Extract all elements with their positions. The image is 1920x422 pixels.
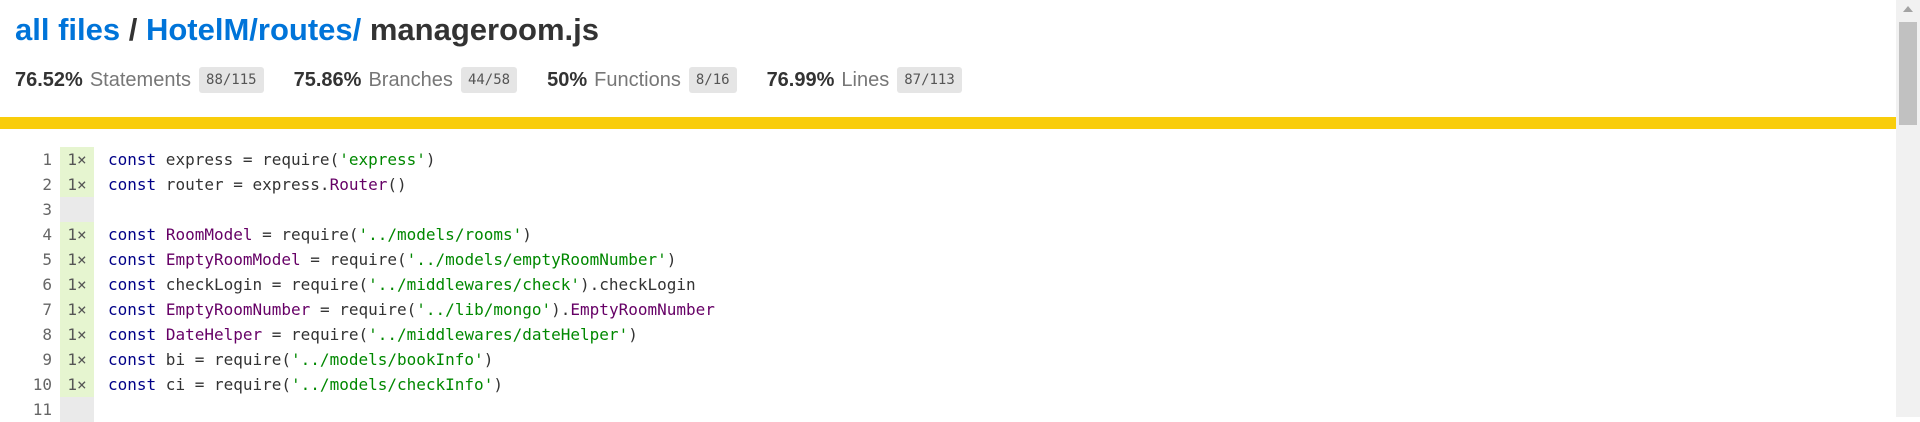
- execution-count: 1×: [60, 372, 94, 397]
- stat-label: Branches: [368, 68, 453, 91]
- all-files-link[interactable]: all files: [15, 12, 120, 47]
- line-number[interactable]: 8: [0, 322, 60, 347]
- line-number[interactable]: 6: [0, 272, 60, 297]
- line-number[interactable]: 9: [0, 347, 60, 372]
- stat-label: Statements: [89, 68, 192, 91]
- execution-count: 1×: [60, 172, 94, 197]
- breadcrumb-separator: /: [120, 12, 146, 47]
- source-text: [94, 197, 108, 222]
- routes-dir-link[interactable]: HotelM/routes/: [146, 12, 361, 47]
- source-text: const DateHelper = require('../middlewar…: [108, 325, 638, 344]
- stat-fraction-badge: 87/113: [897, 67, 962, 93]
- coverage-header: all files / HotelM/routes/ manageroom.js…: [15, 12, 1890, 93]
- source-text: const bi = require('../models/bookInfo'): [108, 350, 494, 369]
- stat-fraction-badge: 8/16: [688, 67, 737, 93]
- stat-branches: 75.86% Branches 44/58: [294, 67, 518, 93]
- source-text: const ci = require('../models/checkInfo'…: [108, 375, 503, 394]
- coverage-summary: 76.52% Statements 88/115 75.86% Branches…: [15, 67, 1890, 93]
- stat-functions: 50% Functions 8/16: [547, 67, 737, 93]
- scroll-up-arrow-icon[interactable]: [1903, 6, 1913, 12]
- scrollbar-thumb[interactable]: [1899, 22, 1917, 125]
- code-line: 2 1× const router = express.Router(): [0, 172, 1896, 197]
- execution-count: 1×: [60, 247, 94, 272]
- stat-percent: 76.52%: [15, 68, 83, 91]
- page-title: all files / HotelM/routes/ manageroom.js: [15, 12, 1890, 48]
- source-text: const RoomModel = require('../models/roo…: [108, 225, 532, 244]
- source-text: const express = require('express'): [108, 150, 436, 169]
- code-line: 1 1× const express = require('express'): [0, 147, 1896, 172]
- source-text: const EmptyRoomNumber = require('../lib/…: [108, 300, 715, 319]
- stat-fraction-badge: 44/58: [460, 67, 518, 93]
- execution-count: 1×: [60, 222, 94, 247]
- line-number[interactable]: 5: [0, 247, 60, 272]
- execution-count: 1×: [60, 297, 94, 322]
- code-line: 11: [0, 397, 1896, 422]
- line-number[interactable]: 2: [0, 172, 60, 197]
- stat-label: Lines: [841, 68, 890, 91]
- line-number[interactable]: 10: [0, 372, 60, 397]
- code-line: 3: [0, 197, 1896, 222]
- line-number[interactable]: 3: [0, 197, 60, 222]
- code-line: 7 1× const EmptyRoomNumber = require('../l…: [0, 297, 1896, 322]
- stat-percent: 75.86%: [293, 68, 362, 91]
- file-name: manageroom.js: [361, 12, 599, 47]
- execution-count: 1×: [60, 347, 94, 372]
- execution-count: 1×: [60, 322, 94, 347]
- stat-percent: 76.99%: [766, 68, 835, 91]
- code-line: 6 1× const checkLogin = require('../middle…: [0, 272, 1896, 297]
- vertical-scrollbar[interactable]: [1896, 0, 1920, 417]
- stat-statements: 76.52% Statements 88/115: [15, 67, 264, 93]
- source-code-listing: 1 1× const express = require('express') 2 1×…: [0, 147, 1896, 422]
- stat-percent: 50%: [547, 68, 588, 91]
- code-line: 10 1× const ci = require('../models/checkI…: [0, 372, 1896, 397]
- stat-fraction-badge: 88/115: [199, 67, 264, 93]
- line-number[interactable]: 11: [0, 397, 60, 422]
- coverage-status-bar: [0, 117, 1896, 129]
- execution-count: 1×: [60, 147, 94, 172]
- execution-count: [60, 197, 94, 222]
- source-text: const checkLogin = require('../middlewar…: [108, 275, 696, 294]
- line-number[interactable]: 1: [0, 147, 60, 172]
- source-text: [94, 397, 108, 422]
- execution-count: 1×: [60, 272, 94, 297]
- line-number[interactable]: 4: [0, 222, 60, 247]
- code-line: 9 1× const bi = require('../models/bookInf…: [0, 347, 1896, 372]
- stat-label: Functions: [594, 68, 681, 91]
- line-number[interactable]: 7: [0, 297, 60, 322]
- code-line: 8 1× const DateHelper = require('../middle…: [0, 322, 1896, 347]
- source-text: const EmptyRoomModel = require('../model…: [108, 250, 677, 269]
- code-line: 4 1× const RoomModel = require('../models/…: [0, 222, 1896, 247]
- stat-lines: 76.99% Lines 87/113: [767, 67, 962, 93]
- code-line: 5 1× const EmptyRoomModel = require('../mo…: [0, 247, 1896, 272]
- source-text: const router = express.Router(): [108, 175, 407, 194]
- execution-count: [60, 397, 94, 422]
